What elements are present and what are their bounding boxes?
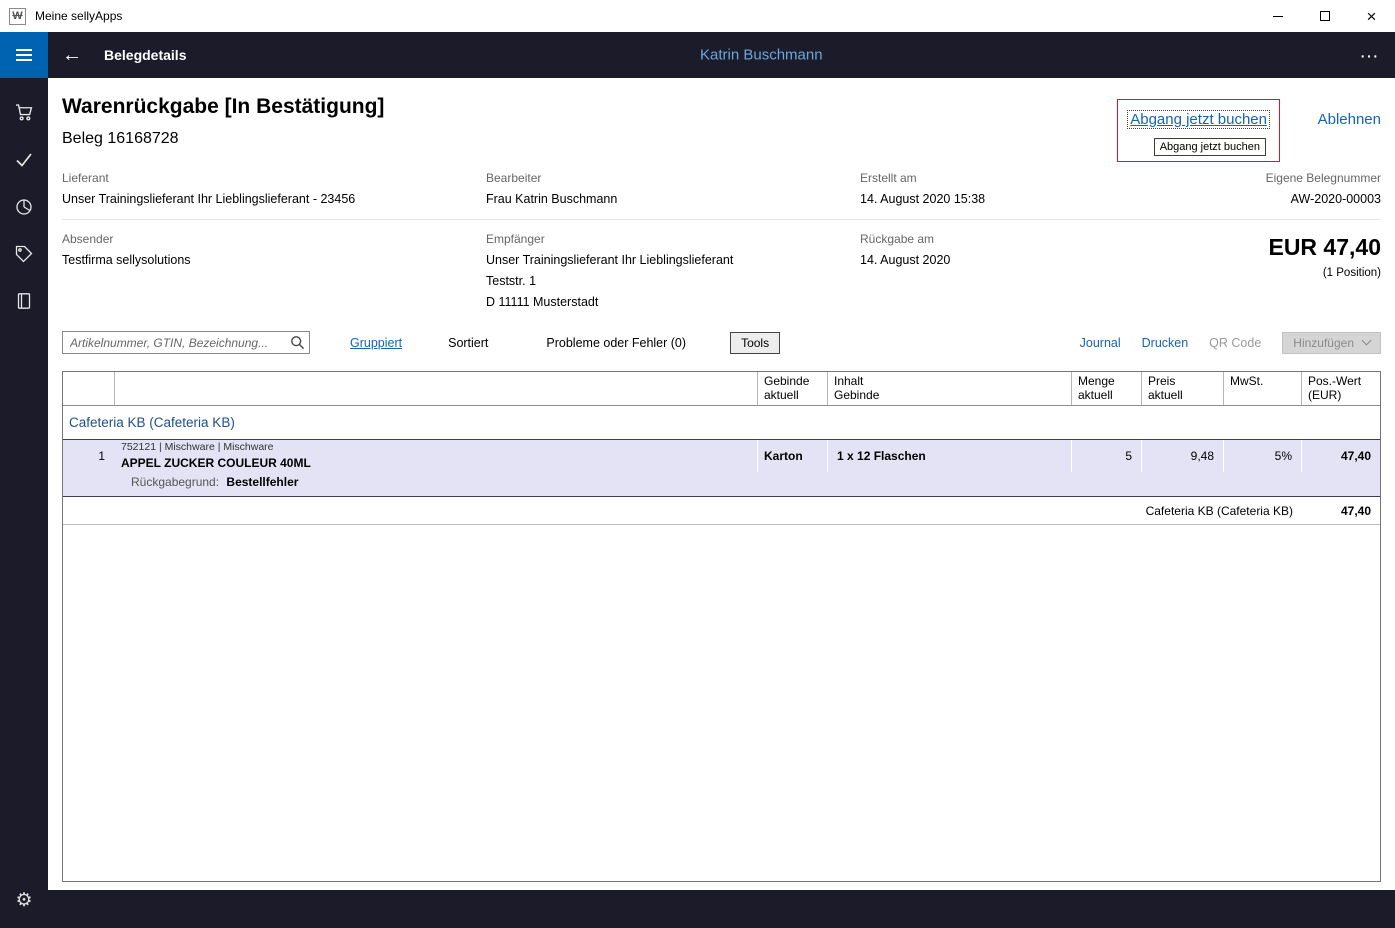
titlebar: W Meine sellyApps × [0, 0, 1395, 32]
row-return-reason: Rückgabegrund: Bestellfehler [63, 472, 1380, 497]
window-controls: × [1254, 0, 1395, 32]
article-meta: 752121 | Mischware | Mischware [121, 442, 274, 453]
sidebar-item-statistics[interactable] [0, 183, 48, 230]
toolbar-right: Journal Drucken QR Code Hinzufügen [1080, 332, 1381, 354]
info-erstellt-am: Erstellt am 14. August 2020 15:38 [860, 171, 1266, 206]
column-header-mwst[interactable]: MwSt. [1223, 372, 1301, 405]
positions-table: Gebinde aktuell Inhalt Gebinde Menge akt… [62, 371, 1381, 882]
column-header-menge-aktuell[interactable]: Menge aktuell [1071, 372, 1141, 405]
book-outgoing-link[interactable]: Abgang jetzt buchen [1127, 110, 1270, 129]
close-button[interactable]: × [1348, 0, 1395, 32]
cell-gebinde: Karton [757, 440, 827, 472]
journal-link[interactable]: Journal [1080, 336, 1121, 350]
hamburger-menu-button[interactable] [0, 32, 48, 78]
content-area: Warenrückgabe [In Bestätigung] Beleg 161… [48, 78, 1395, 928]
qr-code-link[interactable]: QR Code [1209, 336, 1261, 350]
close-icon: × [1367, 8, 1377, 25]
column-header-gebinde-aktuell[interactable]: Gebinde aktuell [757, 372, 827, 405]
checkmark-icon [15, 151, 33, 169]
sidebar-item-settings[interactable]: ⚙ [0, 877, 48, 924]
tools-button[interactable]: Tools [730, 332, 780, 354]
document-info-row-1: Lieferant Unser Trainingslieferant Ihr L… [62, 171, 1381, 206]
cart-icon [15, 103, 34, 122]
current-user-link[interactable]: Katrin Buschmann [700, 47, 823, 64]
page-title: Belegdetails [104, 47, 186, 63]
back-button[interactable]: ← [48, 32, 96, 78]
column-header-number [63, 372, 114, 405]
search-icon[interactable] [290, 335, 305, 355]
info-absender: Absender Testfirma sellysolutions [62, 232, 486, 309]
sortiert-toggle[interactable]: Sortiert [448, 336, 488, 350]
group-header-row[interactable]: Cafeteria KB (Cafeteria KB) [63, 406, 1380, 439]
app-logo-icon: W [9, 8, 26, 25]
sidebar: ⚙ [0, 78, 48, 928]
reject-link[interactable]: Ablehnen [1318, 111, 1381, 128]
total-amount: EUR 47,40 [1268, 234, 1381, 261]
row-number: 1 [63, 440, 114, 472]
document-info-row-2: Absender Testfirma sellysolutions Empfän… [62, 220, 1381, 309]
minimize-icon [1273, 16, 1283, 17]
info-eigene-belegnummer: Eigene Belegnummer AW-2020-00003 [1266, 171, 1381, 206]
book-outgoing-tooltip: Abgang jetzt buchen [1154, 138, 1266, 156]
article-name: APPEL ZUCKER COULEUR 40ML [121, 456, 311, 470]
window-title: Meine sellyApps [35, 9, 122, 23]
gear-icon: ⚙ [15, 891, 32, 910]
maximize-icon [1320, 11, 1330, 21]
column-header-preis-aktuell[interactable]: Preis aktuell [1141, 372, 1223, 405]
catalog-book-icon [15, 292, 33, 310]
info-rueckgabe-am: Rückgabe am 14. August 2020 [860, 232, 1268, 309]
page: Warenrückgabe [In Bestätigung] Beleg 161… [48, 78, 1395, 890]
hinzufuegen-button[interactable]: Hinzufügen [1282, 332, 1381, 354]
column-header-description [114, 372, 757, 405]
column-header-inhalt-gebinde[interactable]: Inhalt Gebinde [827, 372, 1071, 405]
column-header-pos-wert[interactable]: Pos.-Wert (EUR) [1301, 372, 1380, 405]
more-options-button[interactable]: … [1359, 41, 1380, 64]
table-row[interactable]: 1 752121 | Mischware | Mischware APPEL Z… [63, 439, 1380, 472]
table-empty-area [63, 525, 1380, 881]
group-summary-row: Cafeteria KB (Cafeteria KB) 47,40 [63, 497, 1380, 525]
annotation-highlight-box: Abgang jetzt buchen Abgang jetzt buchen [1117, 99, 1280, 162]
summary-label: Cafeteria KB (Cafeteria KB) [63, 504, 1301, 518]
summary-value: 47,40 [1301, 504, 1380, 518]
cell-pos-wert: 47,40 [1301, 440, 1380, 472]
cell-mwst: 5% [1223, 440, 1301, 472]
table-header-row: Gebinde aktuell Inhalt Gebinde Menge akt… [63, 372, 1380, 406]
cell-preis: 9,48 [1141, 440, 1223, 472]
probleme-oder-fehler-link[interactable]: Probleme oder Fehler (0) [546, 336, 686, 350]
app-window: W Meine sellyApps × ← Belegdetails Katri… [0, 0, 1395, 928]
gruppiert-toggle[interactable]: Gruppiert [350, 336, 402, 350]
ellipsis-icon: … [1359, 41, 1380, 63]
info-empfaenger: Empfänger Unser Trainingslieferant Ihr L… [486, 232, 860, 309]
hamburger-icon [16, 49, 32, 51]
sidebar-item-catalog[interactable] [0, 277, 48, 324]
app-header: ← Belegdetails Katrin Buschmann … [0, 32, 1395, 78]
back-arrow-icon: ← [62, 44, 82, 67]
pie-chart-icon [15, 198, 33, 216]
sidebar-item-tasks[interactable] [0, 136, 48, 183]
chevron-down-icon [1362, 336, 1372, 346]
positions-toolbar: Gruppiert Sortiert Probleme oder Fehler … [62, 331, 1381, 354]
sidebar-item-cart[interactable] [0, 89, 48, 136]
cell-inhalt: 1 x 12 Flaschen [827, 440, 1071, 472]
row-description: 752121 | Mischware | Mischware APPEL ZUC… [114, 440, 757, 472]
maximize-button[interactable] [1301, 0, 1348, 32]
bottom-bar [48, 890, 1395, 928]
info-bearbeiter: Bearbeiter Frau Katrin Buschmann [486, 171, 860, 206]
position-count: (1 Position) [1268, 267, 1381, 279]
cell-menge: 5 [1071, 440, 1141, 472]
document-total: EUR 47,40 (1 Position) [1268, 232, 1381, 309]
body-row: ⚙ Warenrückgabe [In Bestätigung] Beleg 1… [0, 78, 1395, 928]
search-input[interactable] [62, 331, 310, 354]
search-box [62, 331, 310, 354]
drucken-link[interactable]: Drucken [1142, 336, 1189, 350]
info-lieferant: Lieferant Unser Trainingslieferant Ihr L… [62, 171, 486, 206]
minimize-button[interactable] [1254, 0, 1301, 32]
price-tag-icon [15, 245, 33, 263]
sidebar-item-prices[interactable] [0, 230, 48, 277]
